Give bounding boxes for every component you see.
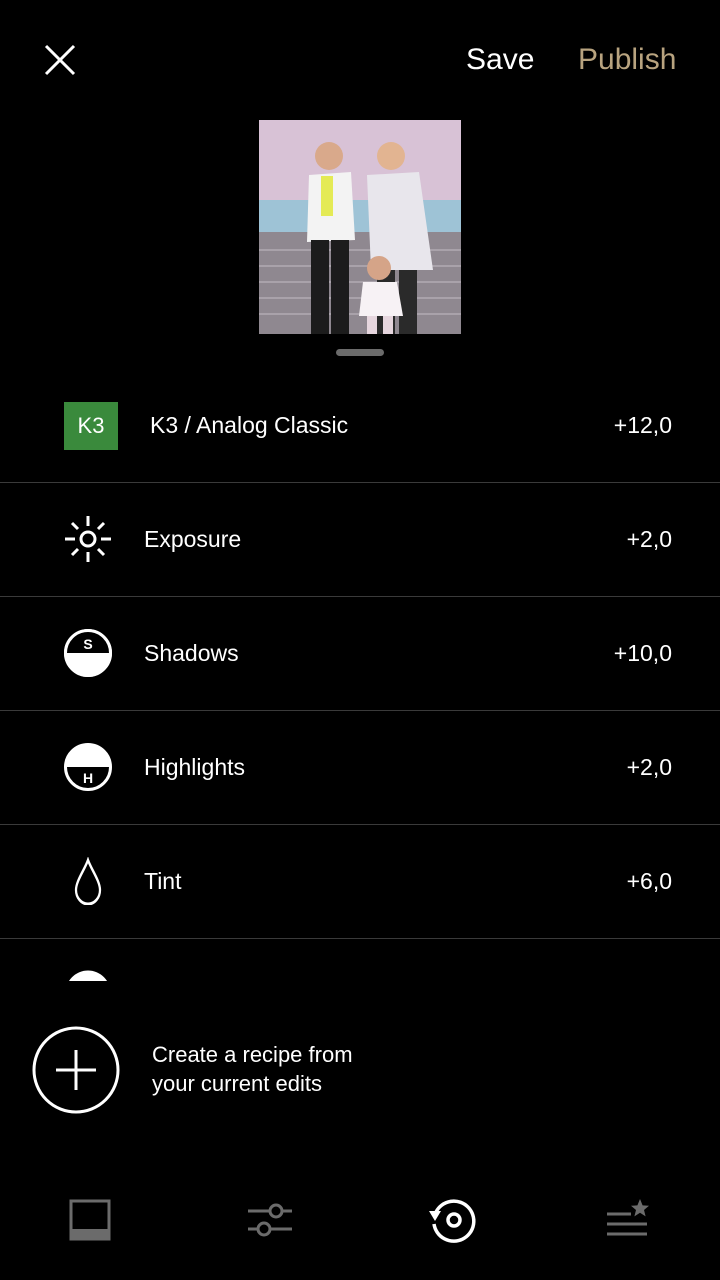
highlights-icon: H bbox=[64, 743, 112, 791]
save-button[interactable]: Save bbox=[466, 40, 534, 80]
edit-row-highlights[interactable]: H Highlights +2,0 bbox=[0, 711, 720, 825]
edit-value: +10,0 bbox=[613, 640, 672, 666]
create-recipe-line-2: your current edits bbox=[152, 1071, 322, 1096]
photo-thumbnail bbox=[259, 120, 461, 334]
drag-handle[interactable] bbox=[336, 349, 384, 356]
close-icon bbox=[44, 44, 76, 76]
edit-label: K3 / Analog Classic bbox=[150, 412, 349, 438]
nav-history[interactable] bbox=[412, 1180, 492, 1260]
close-button[interactable] bbox=[36, 36, 84, 84]
partial-adjustment-icon bbox=[64, 969, 112, 981]
tint-icon bbox=[64, 857, 112, 905]
add-circle-icon bbox=[32, 1026, 120, 1114]
edit-value: +2,0 bbox=[626, 754, 672, 780]
bottom-nav bbox=[0, 1180, 720, 1260]
exposure-icon bbox=[64, 515, 112, 563]
history-icon bbox=[429, 1199, 476, 1243]
nav-recipes[interactable] bbox=[588, 1180, 668, 1260]
svg-text:S: S bbox=[83, 636, 92, 652]
edit-row-exposure[interactable]: Exposure +2,0 bbox=[0, 483, 720, 597]
shadows-icon: S bbox=[64, 629, 112, 677]
photo-preview[interactable] bbox=[259, 120, 461, 334]
create-recipe-text: Create a recipe from your current edits bbox=[152, 1040, 452, 1098]
presets-icon bbox=[69, 1199, 111, 1241]
preset-badge: K3 bbox=[64, 402, 118, 450]
edit-value: +6,0 bbox=[626, 868, 672, 894]
edit-row-tint[interactable]: Tint +6,0 bbox=[0, 825, 720, 939]
edit-label: Highlights bbox=[144, 754, 245, 780]
edit-value: +2,0 bbox=[626, 526, 672, 552]
edit-row-partial[interactable] bbox=[0, 939, 720, 981]
edit-value: +12,0 bbox=[613, 412, 672, 438]
edit-label: Tint bbox=[144, 868, 182, 894]
create-recipe-line-1: Create a recipe from bbox=[152, 1042, 353, 1067]
edit-row-shadows[interactable]: S Shadows +10,0 bbox=[0, 597, 720, 711]
tools-icon bbox=[248, 1203, 292, 1237]
edit-label: Exposure bbox=[144, 526, 242, 552]
edit-label: Shadows bbox=[144, 640, 239, 666]
svg-text:H: H bbox=[83, 770, 93, 786]
nav-presets[interactable] bbox=[50, 1180, 130, 1260]
create-recipe-button[interactable]: Create a recipe from your current edits bbox=[0, 1020, 720, 1120]
edit-history-list[interactable]: K3 K3 / Analog Classic +12,0 Exposure +2… bbox=[0, 369, 720, 981]
publish-button[interactable]: Publish bbox=[578, 40, 676, 80]
edit-row-preset[interactable]: K3 K3 / Analog Classic +12,0 bbox=[0, 369, 720, 483]
recipes-icon bbox=[607, 1199, 649, 1236]
nav-tools[interactable] bbox=[230, 1180, 310, 1260]
top-bar: Save Publish bbox=[0, 0, 720, 120]
